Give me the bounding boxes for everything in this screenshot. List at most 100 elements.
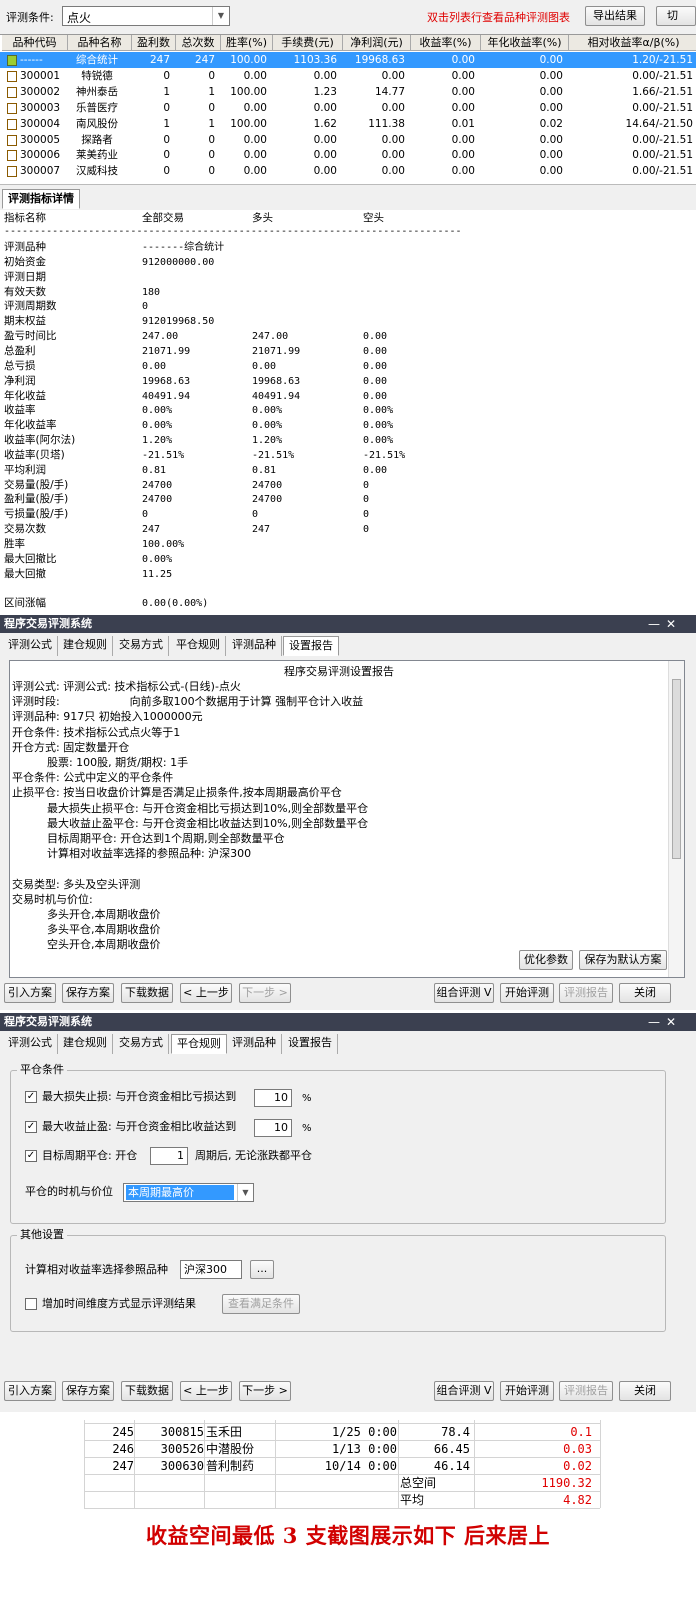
- sheet-summary: 4.82: [563, 1493, 592, 1507]
- table-row[interactable]: 300006 莱美药业 0 0 0.00 0.00 0.00 0.00 0.00 0.00/-21…: [0, 147, 696, 163]
- tab-5[interactable]: 设置报告: [283, 1034, 338, 1054]
- target-period-input[interactable]: 1: [150, 1147, 188, 1165]
- download-button[interactable]: 下载数据: [121, 983, 173, 1003]
- start-button[interactable]: 开始评测: [500, 1381, 554, 1401]
- close-button[interactable]: 关闭: [619, 1381, 671, 1401]
- table-cell: 247: [194, 54, 215, 66]
- minimize-icon[interactable]: —: [648, 615, 660, 633]
- metric-value: 21071.99: [252, 345, 301, 357]
- save-button[interactable]: 保存方案: [62, 983, 114, 1003]
- column-header[interactable]: 总次数: [176, 35, 221, 51]
- metric-value: 0.00: [363, 464, 388, 476]
- sheet-cell: 300526: [160, 1442, 204, 1456]
- minimize-icon[interactable]: —: [648, 1013, 660, 1031]
- column-header[interactable]: 净利润(元): [343, 35, 411, 51]
- tab-2[interactable]: 交易方式: [114, 636, 169, 656]
- stop-loss-input[interactable]: 10: [254, 1089, 292, 1107]
- metric-name: 初始资金: [4, 255, 46, 268]
- report-scrollbar[interactable]: [668, 661, 684, 977]
- report-button[interactable]: 评测报告: [559, 983, 613, 1003]
- table-cell: 0: [163, 165, 170, 178]
- column-header[interactable]: 收益率(%): [411, 35, 481, 51]
- tab-metric-details[interactable]: 评测指标详情: [2, 189, 80, 209]
- column-header[interactable]: 手续费(元): [273, 35, 343, 51]
- column-header[interactable]: 胜率(%): [221, 35, 273, 51]
- cell-name: 特锐德: [81, 69, 113, 82]
- combo-button[interactable]: 组合评测 V: [434, 1381, 494, 1401]
- optimize-params-button[interactable]: 优化参数: [519, 950, 573, 970]
- metric-value: -21.51%: [142, 449, 185, 461]
- close-icon[interactable]: ✕: [666, 1013, 676, 1031]
- reference-browse-button[interactable]: ...: [250, 1260, 274, 1279]
- table-cell: 0.00: [313, 101, 337, 114]
- stop-loss-checkbox[interactable]: ✓: [25, 1091, 37, 1103]
- table-row[interactable]: 300007 汉威科技 0 0 0.00 0.00 0.00 0.00 0.00 0.00/-21…: [0, 163, 696, 179]
- scrollbar-thumb[interactable]: [672, 679, 681, 859]
- column-header[interactable]: 品种代码: [2, 35, 68, 51]
- table-cell: 0.00: [451, 101, 475, 114]
- export-results-button[interactable]: 导出结果: [585, 6, 645, 26]
- prev-button[interactable]: < 上一步: [180, 1381, 232, 1401]
- combo-button[interactable]: 组合评测 V: [434, 983, 494, 1003]
- start-button[interactable]: 开始评测: [500, 983, 554, 1003]
- tab-5[interactable]: 设置报告: [283, 636, 339, 656]
- condition-select[interactable]: 点火 ▼: [62, 6, 230, 26]
- column-header[interactable]: 盈利数: [132, 35, 176, 51]
- chevron-down-icon[interactable]: ▼: [212, 7, 229, 25]
- import-button[interactable]: 引入方案: [4, 1381, 56, 1401]
- table-cell: 1.20/-21.51: [632, 54, 693, 66]
- other-settings-group: [10, 1235, 666, 1332]
- table-cell: 14.77: [374, 85, 405, 98]
- settings-report-window: 评测公式 建仓规则 交易方式 平仓规则 评测品种 设置报告 程序交易评测设置报告 评测公式…: [0, 633, 696, 1010]
- take-profit-checkbox[interactable]: ✓: [25, 1121, 37, 1133]
- close-button[interactable]: 关闭: [619, 983, 671, 1003]
- column-header[interactable]: 相对收益率α/β(%): [569, 35, 696, 51]
- take-profit-input[interactable]: 10: [254, 1119, 292, 1137]
- table-cell: 0.02: [539, 117, 563, 130]
- tab-3[interactable]: 平仓规则: [171, 636, 226, 656]
- report-line: 评测品种: 917只 初始投入1000000元: [12, 710, 203, 724]
- close-icon[interactable]: ✕: [666, 615, 676, 633]
- metric-value: 0.00%: [363, 435, 394, 447]
- table-row[interactable]: 300003 乐普医疗 0 0 0.00 0.00 0.00 0.00 0.00 0.00/-21…: [0, 100, 696, 116]
- chevron-down-icon[interactable]: ▼: [237, 1184, 253, 1201]
- tab-0[interactable]: 评测公式: [3, 1034, 58, 1054]
- reference-input[interactable]: 沪深300: [180, 1260, 242, 1279]
- tab-4[interactable]: 评测品种: [227, 636, 282, 656]
- save-button[interactable]: 保存方案: [62, 1381, 114, 1401]
- tab-4[interactable]: 评测品种: [227, 1034, 282, 1054]
- close-timing-select[interactable]: 本周期最高价 ▼: [123, 1183, 254, 1202]
- switch-button[interactable]: 切: [656, 6, 696, 26]
- tab-1[interactable]: 建仓规则: [58, 636, 113, 656]
- column-header[interactable]: 品种名称: [68, 35, 132, 51]
- time-dimension-checkbox[interactable]: [25, 1298, 37, 1310]
- tab-2[interactable]: 交易方式: [114, 1034, 169, 1054]
- table-cell: 0.01: [451, 117, 475, 130]
- view-conditions-button[interactable]: 查看满足条件: [222, 1294, 300, 1314]
- next-button[interactable]: 下一步 >: [239, 1381, 291, 1401]
- table-cell: 111.38: [368, 117, 405, 130]
- metric-value: 0: [363, 479, 370, 491]
- target-period-checkbox[interactable]: ✓: [25, 1150, 37, 1162]
- table-row[interactable]: ------ 综合统计 247 247 100.00 1103.36 19968.63 0.0…: [0, 52, 696, 68]
- table-row[interactable]: 300004 南风股份 1 1 100.00 1.62 111.38 0.01 0.02 14.6…: [0, 116, 696, 132]
- download-button[interactable]: 下载数据: [121, 1381, 173, 1401]
- sheet-cell: 0.03: [563, 1442, 592, 1456]
- metric-value: 0.00%: [252, 405, 283, 417]
- prev-button[interactable]: < 上一步: [180, 983, 232, 1003]
- import-button[interactable]: 引入方案: [4, 983, 56, 1003]
- tab-3[interactable]: 平仓规则: [171, 1034, 227, 1054]
- next-button[interactable]: 下一步 >: [239, 983, 291, 1003]
- save-as-default-button[interactable]: 保存为默认方案: [579, 950, 667, 970]
- tab-0[interactable]: 评测公式: [3, 636, 58, 656]
- tab-1[interactable]: 建仓规则: [58, 1034, 113, 1054]
- table-row[interactable]: 300005 探路者 0 0 0.00 0.00 0.00 0.00 0.00 0.00/-21.…: [0, 132, 696, 148]
- table-cell: 0: [208, 133, 215, 146]
- column-header[interactable]: 年化收益率(%): [481, 35, 569, 51]
- metric-name: 收益率: [4, 404, 36, 417]
- report-button[interactable]: 评测报告: [559, 1381, 613, 1401]
- results-table: 品种代码 品种名称 盈利数 总次数 胜率(%) 手续费(元) 净利润(元) 收益率(%) 年化收…: [0, 34, 696, 184]
- table-cell: 0.00: [451, 133, 475, 146]
- table-row[interactable]: 300002 神州泰岳 1 1 100.00 1.23 14.77 0.00 0.00 1.66/…: [0, 84, 696, 100]
- table-row[interactable]: 300001 特锐德 0 0 0.00 0.00 0.00 0.00 0.00 0.00/-21.…: [0, 68, 696, 84]
